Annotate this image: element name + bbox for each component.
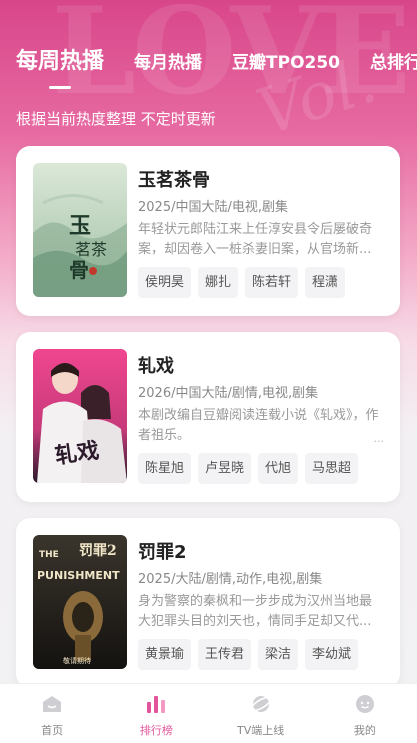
actor-tags: 陈星旭 卢昱晓 代旭 马思超 — [138, 453, 359, 484]
page-subtitle: 根据当前热度整理 不定时更新 — [16, 110, 216, 128]
item-meta: 2025/大陆/剧情,动作,电视,剧集 — [138, 572, 323, 587]
tab-monthly[interactable]: 每月热播 — [134, 48, 202, 73]
nav-label: 排行榜 — [139, 724, 173, 737]
more-indicator: ... — [373, 432, 385, 445]
nav-tv[interactable]: TV端上线 — [209, 684, 313, 743]
tab-douban-top250[interactable]: 豆瓣TPO250 — [232, 48, 340, 73]
svg-text:PUNISHMENT: PUNISHMENT — [37, 569, 120, 582]
poster-image: THE PUNISHMENT 罚罪2 敬请期待 — [33, 535, 127, 669]
ranking-icon — [147, 696, 166, 713]
nav-profile[interactable]: 我的 — [313, 684, 417, 743]
nav-label: 首页 — [41, 724, 64, 737]
item-description: 本剧改编自豆瓣阅读连载小说《轧戏》，作者祖乐。 — [138, 408, 379, 443]
actor-tag[interactable]: 陈星旭 — [138, 453, 192, 484]
planet-icon — [250, 696, 272, 712]
svg-text:敬请期待: 敬请期待 — [63, 656, 91, 665]
bottom-navigation: 首页 排行榜 TV端上线 我的 — [0, 683, 417, 743]
actor-tags: 侯明昊 娜扎 陈若轩 程潇 — [138, 267, 346, 298]
item-description: 年轻状元郎陆江来上任淳安县令后屡破奇案，却因卷入一桩杀妻旧案，从官场新... — [138, 222, 373, 257]
actor-tag[interactable]: 侯明昊 — [138, 267, 192, 298]
actor-tag[interactable]: 代旭 — [258, 453, 299, 484]
tab-overall[interactable]: 总排行 — [370, 48, 417, 73]
item-meta: 2025/中国大陆/电视,剧集 — [138, 200, 288, 215]
svg-text:茗茶: 茗茶 — [75, 240, 107, 259]
actor-tags: 黄景瑜 王传君 梁洁 李幼斌 — [138, 639, 359, 670]
item-title[interactable]: 罚罪2 — [138, 538, 187, 564]
actor-tag[interactable]: 李幼斌 — [305, 639, 359, 670]
list-item[interactable]: 轧戏 轧戏 2026/中国大陆/剧情,电视,剧集 本剧改编自豆瓣阅读连载小说《轧… — [16, 332, 400, 502]
actor-tag[interactable]: 黄景瑜 — [138, 639, 192, 670]
poster-image: 轧戏 — [33, 349, 127, 483]
svg-text:罚罪2: 罚罪2 — [79, 543, 117, 559]
nav-label: 我的 — [353, 724, 376, 737]
profile-icon — [355, 695, 374, 713]
home-icon — [43, 696, 62, 712]
actor-tag[interactable]: 陈若轩 — [245, 267, 299, 298]
list-item[interactable]: 玉 茗茶 骨 玉茗茶骨 2025/中国大陆/电视,剧集 年轻状元郎陆江来上任淳安… — [16, 146, 400, 316]
actor-tag[interactable]: 王传君 — [198, 639, 252, 670]
nav-ranking[interactable]: 排行榜 — [104, 684, 208, 743]
item-description: 身为警察的秦枫和一步步成为汉州当地最大犯罪头目的刘天也，情同手足却又代... — [138, 594, 373, 629]
poster-image: 玉 茗茶 骨 — [33, 163, 127, 297]
item-title[interactable]: 玉茗茶骨 — [138, 166, 210, 192]
svg-text:玉: 玉 — [69, 213, 91, 239]
nav-home[interactable]: 首页 — [0, 684, 104, 743]
tab-weekly[interactable]: 每周热播 — [16, 43, 104, 75]
svg-text:THE: THE — [39, 550, 59, 560]
actor-tag[interactable]: 娜扎 — [198, 267, 239, 298]
item-meta: 2026/中国大陆/剧情,电视,剧集 — [138, 386, 319, 401]
actor-tag[interactable]: 程潇 — [305, 267, 346, 298]
nav-label: TV端上线 — [237, 724, 285, 737]
ranking-tabs: 每周热播 每月热播 豆瓣TPO250 总排行 — [0, 40, 417, 86]
svg-text:骨: 骨 — [69, 258, 89, 282]
item-title[interactable]: 轧戏 — [138, 352, 174, 378]
actor-tag[interactable]: 马思超 — [305, 453, 359, 484]
list-item[interactable]: THE PUNISHMENT 罚罪2 敬请期待 罚罪2 2025/大陆/剧情,动… — [16, 518, 400, 688]
actor-tag[interactable]: 梁洁 — [258, 639, 299, 670]
actor-tag[interactable]: 卢昱晓 — [198, 453, 252, 484]
